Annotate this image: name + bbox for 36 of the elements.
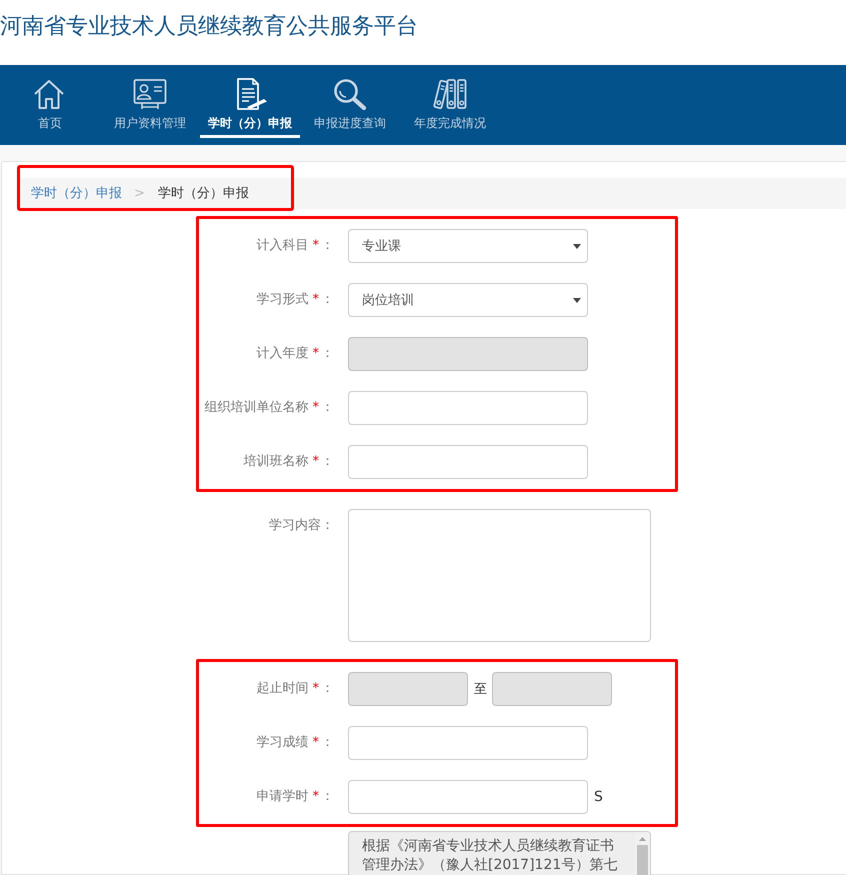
breadcrumb-separator: > — [134, 186, 145, 200]
text-area[interactable] — [348, 509, 651, 642]
binders-icon — [433, 78, 467, 110]
nav-tab[interactable]: 学时（分）申报 — [200, 65, 300, 138]
field-label: 计入科目 *： — [256, 238, 335, 254]
field-label: 起止时间 *： — [256, 681, 335, 697]
text-input[interactable] — [348, 445, 588, 479]
field-label: 学习内容： — [269, 518, 335, 534]
field-label: 培训班名称 *： — [244, 454, 335, 470]
unit-label: S — [594, 789, 603, 805]
dropdown[interactable]: 专业课 — [348, 229, 588, 263]
site-title: 河南省专业技术人员继续教育公共服务平台 — [0, 13, 419, 41]
range-separator: 至 — [474, 681, 487, 698]
nav-tab[interactable]: 用户资料管理 — [100, 65, 200, 138]
scrollbar-thumb[interactable] — [637, 845, 648, 875]
search-icon — [333, 78, 367, 110]
nav-tab[interactable]: 首页 — [0, 65, 100, 138]
scrollbar[interactable] — [635, 832, 650, 875]
text-input[interactable] — [348, 726, 588, 760]
nav-tab[interactable]: 年度完成情况 — [400, 65, 500, 138]
nav-tab[interactable]: 申报进度查询 — [300, 65, 400, 138]
field-label: 组织培训单位名称 *： — [204, 400, 335, 416]
field-label: 学习形式 *： — [256, 292, 335, 308]
notice-text: 根据《河南省专业技术人员继续教育证书管理办法》（豫人社[2017]121号）第七 — [362, 837, 618, 875]
field-label: 申请学时 *： — [256, 789, 335, 805]
scroll-up-icon — [639, 837, 646, 841]
text-input[interactable] — [348, 391, 588, 425]
field-label: 计入年度 *： — [256, 346, 335, 362]
breadcrumb-link[interactable]: 学时（分）申报 — [31, 184, 122, 202]
caret-icon — [573, 298, 581, 302]
breadcrumb-current: 学时（分）申报 — [158, 185, 249, 202]
caret-icon — [573, 244, 581, 248]
dropdown[interactable]: 岗位培训 — [348, 283, 588, 317]
field-label: 学习成绩 *： — [256, 735, 335, 751]
id-card-icon — [133, 78, 167, 110]
text-input[interactable] — [348, 780, 588, 814]
